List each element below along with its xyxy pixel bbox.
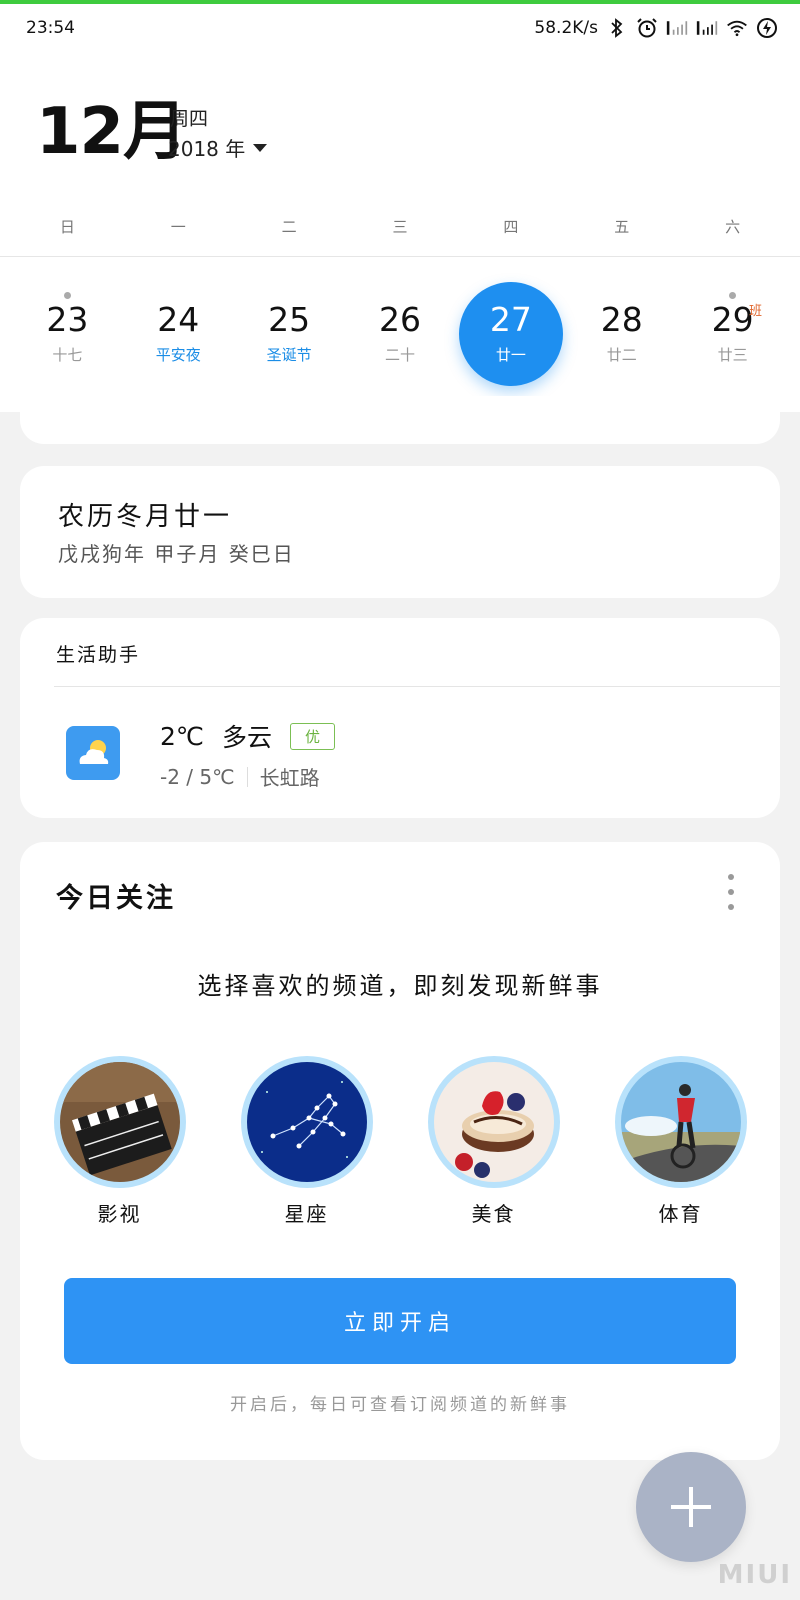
- lunar-day: 廿一: [495, 346, 526, 364]
- enable-now-button[interactable]: 立即开启: [64, 1278, 736, 1364]
- weekday-label: 二: [281, 218, 297, 236]
- signal-icon: [696, 17, 718, 39]
- ganzhi-date: 戊戌狗年 甲子月 癸巳日: [58, 542, 295, 566]
- focus-title: 今日关注: [56, 883, 176, 914]
- weekday-label: 四: [503, 218, 519, 236]
- date-number: 28: [600, 300, 643, 339]
- date-number: 29: [711, 300, 754, 339]
- workday-badge: 班: [749, 304, 763, 319]
- weekday-label: 日: [59, 218, 75, 236]
- event-card-partial: [20, 396, 780, 444]
- clapperboard-icon: [59, 1062, 180, 1182]
- week-dates: 23 十七 24 平安夜 25 圣诞节 26 二十 27 廿一 28 廿二 班 …: [12, 280, 788, 386]
- cyclist-icon: [620, 1062, 741, 1182]
- channel-image: [427, 1056, 560, 1188]
- plus-icon: [671, 1487, 711, 1527]
- weekday-label: 六: [725, 218, 741, 236]
- alarm-icon: [636, 17, 658, 39]
- lunar-card[interactable]: 农历冬月廿一 戊戌狗年 甲子月 癸巳日: [20, 466, 780, 598]
- today-focus-card: 今日关注 选择喜欢的频道，即刻发现新鲜事 影视 星座 美食 体育 立即开启 开启…: [20, 842, 780, 1460]
- wifi-icon: [726, 17, 748, 39]
- temperature: 2℃: [160, 721, 204, 751]
- date-number: 24: [157, 300, 200, 339]
- weekday-label: 五: [614, 218, 630, 236]
- date-cell-selected[interactable]: 27 廿一: [455, 280, 566, 386]
- bluetooth-icon: [606, 17, 628, 39]
- temperature-range: -2 / 5℃: [160, 764, 235, 789]
- net-speed: 58.2K/s: [534, 18, 598, 38]
- signal-icon: [666, 17, 688, 39]
- event-dot: [63, 292, 71, 299]
- lunar-day: 廿二: [606, 346, 637, 364]
- festival-label: 圣诞节: [266, 346, 312, 364]
- date-cell[interactable]: 24 平安夜: [123, 280, 234, 384]
- date-number: 26: [379, 300, 421, 339]
- channel-label: 美食: [471, 1202, 516, 1226]
- status-icons: 58.2K/s: [534, 17, 778, 39]
- year-label: 2018 年: [168, 137, 246, 161]
- cloudy-weather-icon[interactable]: [66, 726, 120, 780]
- weekday-header: 日 一 二 三 四 五 六: [12, 216, 788, 237]
- weekday-label: 三: [392, 218, 408, 236]
- weather-condition: 多云: [221, 723, 272, 752]
- date-cell[interactable]: 28 廿二: [566, 280, 677, 384]
- enable-hint: 开启后，每日可查看订阅频道的新鲜事: [230, 1395, 570, 1415]
- date-cell[interactable]: 25 圣诞节: [234, 280, 345, 384]
- channel-food[interactable]: 美食: [424, 1056, 564, 1227]
- current-weekday: 周四: [170, 108, 209, 130]
- date-cell[interactable]: 班 29 廿三: [677, 280, 788, 384]
- lunar-day: 十七: [52, 346, 83, 364]
- channel-label: 体育: [658, 1202, 703, 1226]
- channel-sports[interactable]: 体育: [611, 1056, 751, 1227]
- month-title: 12月: [36, 95, 187, 169]
- channel-constellation[interactable]: 星座: [237, 1056, 377, 1227]
- date-number: 27: [489, 300, 532, 339]
- date-number: 23: [46, 300, 89, 339]
- more-options-icon[interactable]: [726, 874, 736, 910]
- channel-image: [614, 1056, 747, 1188]
- channel-label: 星座: [284, 1202, 329, 1226]
- header-divider: [0, 256, 800, 257]
- dessert-icon: [433, 1062, 554, 1182]
- date-cell[interactable]: 26 二十: [345, 280, 456, 384]
- add-event-button[interactable]: [636, 1452, 746, 1562]
- caret-down-icon: [253, 143, 268, 152]
- separator: [246, 766, 248, 787]
- year-selector[interactable]: 2018 年: [168, 133, 268, 162]
- festival-label: 平安夜: [155, 346, 201, 364]
- lunar-date: 农历冬月廿一: [58, 502, 233, 532]
- focus-description: 选择喜欢的频道，即刻发现新鲜事: [197, 972, 603, 1000]
- weather-detail: -2 / 5℃ 长虹路: [160, 762, 320, 791]
- status-time: 23:54: [26, 18, 75, 38]
- life-assistant-title: 生活助手: [56, 644, 141, 666]
- constellation-icon: [246, 1062, 367, 1182]
- miui-watermark: MIUI: [717, 1560, 792, 1590]
- weekday-label: 一: [170, 218, 186, 236]
- channel-image: [53, 1056, 186, 1188]
- weather-location: 长虹路: [259, 766, 320, 790]
- status-bar: 23:54 58.2K/s: [26, 16, 778, 40]
- date-cell[interactable]: 23 十七: [12, 280, 123, 384]
- battery-charging-icon: [756, 17, 778, 39]
- lunar-day: 二十: [385, 346, 416, 364]
- weather-summary[interactable]: 2℃ 多云 优: [160, 718, 336, 754]
- card-divider: [54, 686, 780, 687]
- date-number: 25: [268, 300, 311, 339]
- air-quality-badge: 优: [290, 722, 336, 750]
- channel-movies[interactable]: 影视: [50, 1056, 190, 1227]
- lunar-day: 廿三: [717, 346, 748, 364]
- event-dot: [729, 292, 737, 299]
- channel-label: 影视: [97, 1202, 142, 1226]
- life-assistant-card: 生活助手 2℃ 多云 优 -2 / 5℃ 长虹路: [20, 618, 780, 818]
- channel-list: 影视 星座 美食 体育: [20, 1056, 780, 1227]
- channel-image: [240, 1056, 373, 1188]
